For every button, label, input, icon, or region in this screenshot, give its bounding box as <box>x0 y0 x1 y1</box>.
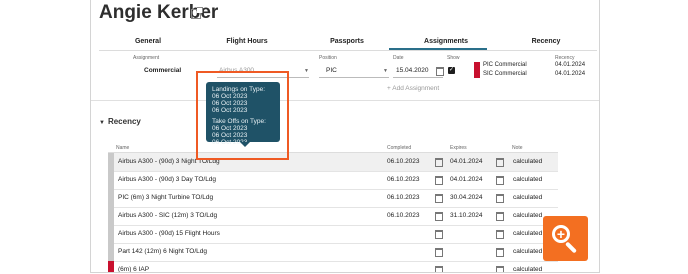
note-value: calculated <box>513 230 543 237</box>
recency-item-date: 04.01.2024 <box>555 62 586 68</box>
recency-name: PIC (6m) 3 Night Turbine TO/Ldg <box>118 194 214 201</box>
table-row[interactable]: Airbus A300 - (90d) 15 Flight Hours calcu… <box>108 225 558 244</box>
calendar-icon[interactable] <box>435 158 443 167</box>
tab-recency[interactable]: Recency <box>495 38 597 45</box>
calendar-icon[interactable] <box>496 248 504 257</box>
calendar-icon[interactable] <box>435 212 443 221</box>
recency-item-name: PIC Commercial <box>483 62 527 68</box>
table-row[interactable]: Part 142 (12m) 6 Night TO/Ldg calculated <box>108 243 558 262</box>
calendar-icon[interactable] <box>496 194 504 203</box>
calendar-icon[interactable] <box>496 158 504 167</box>
tab-assignments[interactable]: Assignments <box>397 38 495 45</box>
row-status-stripe <box>108 153 114 171</box>
chevron-down-icon[interactable]: ▼ <box>304 68 309 74</box>
recency-item-name: SIC Commercial <box>483 71 527 77</box>
note-column-header: Note <box>512 145 523 151</box>
table-row[interactable]: Airbus A300 - SIC (12m) 3 TO/Ldg 06.10.20… <box>108 207 558 226</box>
expires-date[interactable]: 04.01.2024 <box>450 176 483 183</box>
row-status-stripe <box>108 207 114 225</box>
recency-name: Airbus A300 - (90d) 3 Day TO/Ldg <box>118 176 217 183</box>
zoom-handle <box>564 241 578 254</box>
assignment-column-header: Assignment <box>133 55 160 61</box>
table-row[interactable]: (6m) 6 IAP calculated <box>108 261 558 273</box>
position-column-header: Position <box>319 55 337 61</box>
note-value: calculated <box>513 212 543 219</box>
recency-name: Airbus A300 - SIC (12m) 3 TO/Ldg <box>118 212 218 219</box>
section-divider <box>91 100 599 101</box>
completed-date[interactable]: 06.10.2023 <box>387 176 420 183</box>
row-status-stripe <box>108 171 114 189</box>
tab-general[interactable]: General <box>99 38 197 45</box>
position-select-underline <box>319 77 389 78</box>
recency-section-title[interactable]: ▼ Recency <box>99 117 141 126</box>
recency-item-date: 04.01.2024 <box>555 71 586 77</box>
highlight-box <box>196 71 289 160</box>
calendar-icon[interactable] <box>496 266 504 272</box>
show-column-header: Show <box>447 55 460 61</box>
calendar-icon[interactable] <box>435 176 443 185</box>
show-checkbox[interactable]: ✓ <box>448 67 455 74</box>
expires-date[interactable]: 31.10.2024 <box>450 212 483 219</box>
zoom-in-button[interactable]: + <box>543 216 588 261</box>
plus-icon: + <box>556 226 566 242</box>
external-link-icon[interactable] <box>191 7 203 19</box>
note-value: calculated <box>513 158 543 165</box>
tab-flight-hours[interactable]: Flight Hours <box>197 38 297 45</box>
tab-bar: General Flight Hours Passports Assignmen… <box>99 38 597 50</box>
table-row[interactable]: Airbus A300 - (90d) 3 Day TO/Ldg 06.10.20… <box>108 171 558 190</box>
assignment-value: Commercial <box>144 67 182 74</box>
name-column-header: Name <box>116 145 130 151</box>
completed-column-header: Completed <box>387 145 412 151</box>
calendar-icon[interactable] <box>435 194 443 203</box>
tab-divider <box>99 50 597 51</box>
calendar-icon[interactable] <box>435 248 443 257</box>
row-status-stripe <box>108 243 114 261</box>
recency-section-label: Recency <box>107 117 141 126</box>
completed-date[interactable]: 06.10.2023 <box>387 194 420 201</box>
date-input[interactable]: 15.04.2020 <box>396 67 429 74</box>
note-value: calculated <box>513 194 543 201</box>
table-row[interactable]: Airbus A300 - (90d) 3 Night TO/Ldg 06.10.… <box>108 153 558 172</box>
recency-name: Part 142 (12m) 6 Night TO/Ldg <box>118 248 208 255</box>
chevron-down-icon[interactable]: ▼ <box>383 68 388 74</box>
completed-date[interactable]: 06.10.2023 <box>387 158 420 165</box>
note-value: calculated <box>513 248 543 255</box>
calendar-icon[interactable] <box>436 67 444 76</box>
calendar-icon[interactable] <box>435 266 443 272</box>
completed-date[interactable]: 06.10.2023 <box>387 212 420 219</box>
table-row[interactable]: PIC (6m) 3 Night Turbine TO/Ldg 06.10.202… <box>108 189 558 208</box>
note-value: calculated <box>513 176 543 183</box>
calendar-icon[interactable] <box>496 230 504 239</box>
date-column-header: Date <box>393 55 404 61</box>
recency-name: Airbus A300 - (90d) 15 Flight Hours <box>118 230 220 237</box>
row-status-stripe <box>108 261 114 272</box>
add-assignment-button[interactable]: + Add Assignment <box>387 85 439 92</box>
recency-name: (6m) 6 IAP <box>118 266 150 273</box>
expires-date[interactable]: 30.04.2024 <box>450 194 483 201</box>
caret-down-icon[interactable]: ▼ <box>99 120 105 126</box>
calendar-icon[interactable] <box>496 176 504 185</box>
calendar-icon[interactable] <box>496 212 504 221</box>
tab-passports[interactable]: Passports <box>297 38 397 45</box>
expires-column-header: Expires <box>450 145 467 151</box>
note-value: calculated <box>513 266 543 273</box>
row-status-stripe <box>108 189 114 207</box>
calendar-icon[interactable] <box>435 230 443 239</box>
status-marker <box>474 62 480 78</box>
date-input-underline <box>393 77 443 78</box>
row-status-stripe <box>108 225 114 243</box>
profile-card: Angie Kerber General Flight Hours Passpo… <box>90 0 600 273</box>
recency-column-header: Recency <box>555 55 575 61</box>
expires-date[interactable]: 04.01.2024 <box>450 158 483 165</box>
position-select[interactable]: PIC <box>326 67 337 74</box>
